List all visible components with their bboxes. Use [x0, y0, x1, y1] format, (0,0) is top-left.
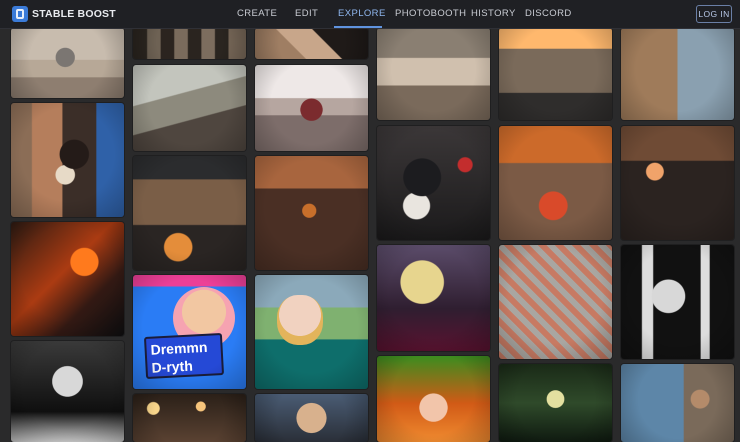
gallery-image-dog-christmas[interactable] [377, 126, 490, 240]
gallery-image-temple-orange[interactable] [499, 28, 612, 120]
gallery-image-alien-creature[interactable] [255, 65, 368, 151]
gallery-image-dragon-map[interactable] [499, 245, 612, 359]
gallery-image-poster[interactable]: Dremmn D-ryth [133, 275, 246, 389]
gallery-image-phoenix[interactable] [11, 222, 124, 336]
woman-face [277, 295, 323, 345]
gallery-image-dog-chair[interactable] [11, 103, 124, 217]
gallery-image-lamps[interactable] [133, 394, 246, 442]
main-nav: CREATE EDIT EXPLORE PHOTOBOOTH HISTORY D… [0, 0, 740, 28]
gallery-image-aquarium[interactable] [621, 364, 734, 442]
gallery-image-tree-fire[interactable] [499, 126, 612, 240]
gallery-image-woman-bw[interactable] [11, 341, 124, 442]
gallery-image-fortress-night[interactable] [133, 156, 246, 270]
gallery-image-pyramid-fire[interactable] [255, 156, 368, 270]
gallery-image-desert-sphere[interactable] [11, 28, 124, 98]
gallery-image-ships[interactable] [377, 28, 490, 120]
poster-text-line-2: D-ryth [151, 357, 194, 376]
gallery-image-blonde-bw[interactable] [621, 245, 734, 359]
nav-history[interactable]: HISTORY [471, 8, 516, 19]
gallery-image-pyramids-grid[interactable] [621, 28, 734, 120]
poster-text-line-1: Dremmn [150, 338, 208, 358]
gallery-image-temple-dark[interactable] [621, 126, 734, 240]
top-navigation-bar: STABLE BOOST CREATE EDIT EXPLORE PHOTOBO… [0, 0, 740, 29]
poster-sign: Dremmn D-ryth [143, 332, 225, 380]
nav-discord[interactable]: DISCORD [525, 8, 572, 19]
nav-create[interactable]: CREATE [237, 8, 277, 19]
login-button[interactable]: LOG IN [696, 5, 732, 23]
gallery-image-columns[interactable] [133, 28, 246, 59]
nav-explore[interactable]: EXPLORE [338, 8, 386, 19]
gallery-image-forest[interactable] [499, 364, 612, 442]
explore-gallery: Dremmn D-ryth [0, 0, 740, 442]
gallery-image-redhead[interactable] [377, 356, 490, 442]
nav-photobooth[interactable]: PHOTOBOOTH [395, 8, 466, 19]
gallery-image-pyramid-b[interactable] [255, 28, 368, 59]
gallery-image-man[interactable] [255, 394, 368, 442]
gallery-image-train-woman[interactable] [255, 275, 368, 389]
nav-edit[interactable]: EDIT [295, 8, 318, 19]
gallery-image-blonde-latex[interactable] [377, 245, 490, 351]
nav-active-indicator [334, 26, 382, 28]
gallery-image-pyramid-a[interactable] [133, 65, 246, 151]
